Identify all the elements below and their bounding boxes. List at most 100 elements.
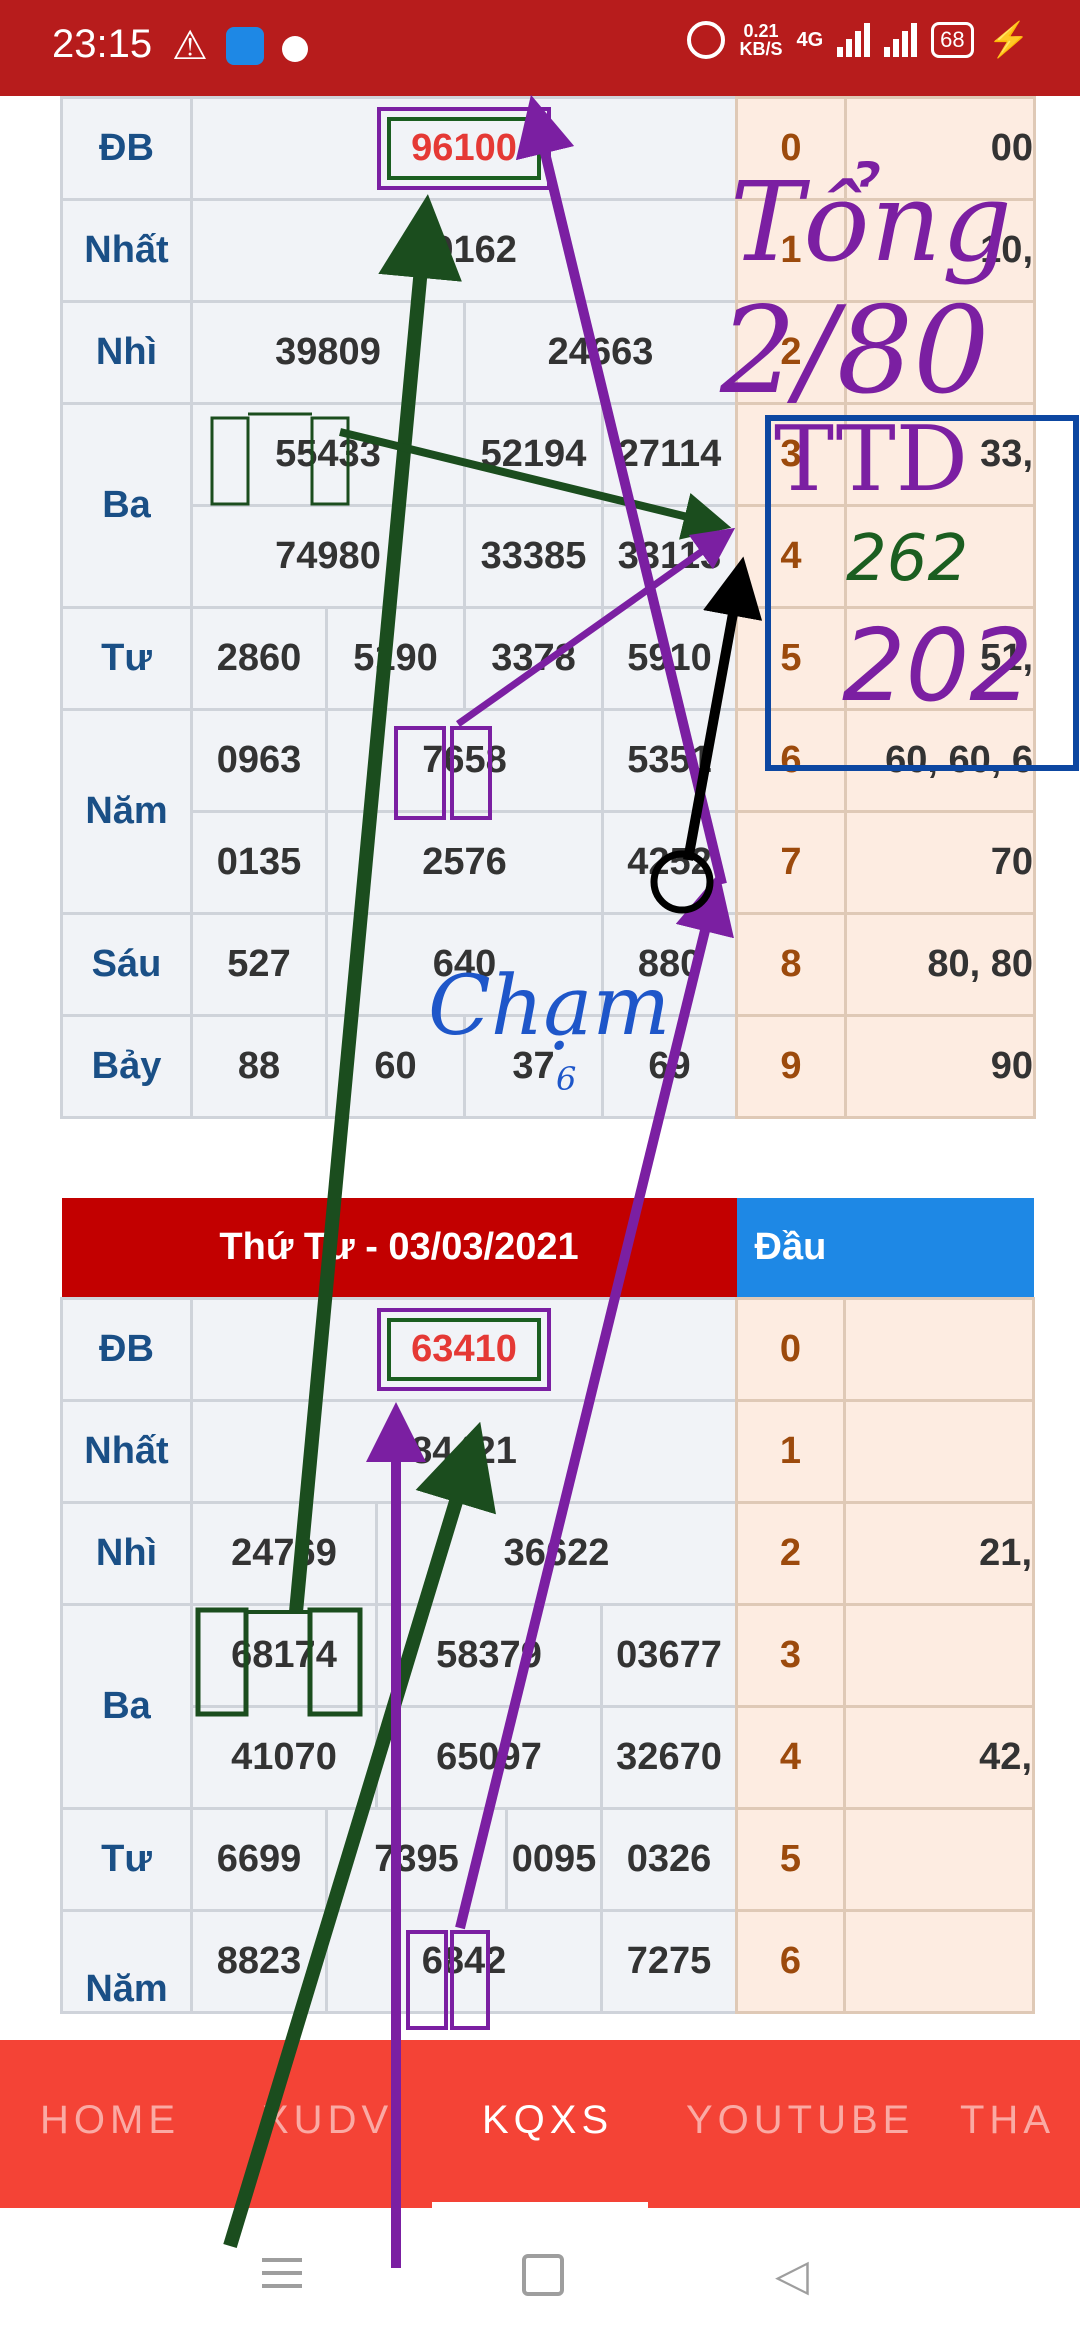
prize-value: 880 — [600, 912, 739, 1017]
prize-value: 7395 — [325, 1807, 508, 1912]
loto-tail — [842, 1297, 1036, 1402]
nav-more[interactable]: THA — [960, 2098, 1055, 2143]
prize-value: 24663 — [462, 300, 739, 405]
clock: 23:15 — [52, 22, 153, 66]
loto-tail: 33, — [844, 402, 1036, 507]
prize-value: 69 — [600, 1014, 739, 1119]
prize-value: 6842 — [325, 1909, 603, 2014]
bottom-nav: HOME XUDV KQXS YOUTUBE THA — [0, 2040, 1080, 2208]
prize-value: 0963 — [190, 708, 328, 813]
nav-home[interactable]: HOME — [40, 2098, 180, 2143]
back-icon[interactable]: ◁ — [775, 2250, 809, 2301]
loto-tail — [844, 300, 1036, 405]
loto-tail: 42, — [842, 1705, 1036, 1810]
status-bar: 23:15 ⚠ 0.21 KB/S 4G 68 ⚡ — [0, 0, 1080, 96]
battery-icon: 68 — [931, 22, 974, 58]
loto-head: 1 — [735, 198, 847, 303]
loto-tail: 00 — [844, 96, 1036, 201]
loto-table-2: Đầu 0 1 2 21, 3 4 42, 5 6 — [735, 1198, 1036, 2014]
row-nam: Năm 0963 7658 5351 — [60, 708, 739, 915]
prize-value: 6699 — [190, 1807, 328, 1912]
loto-head: 6 — [735, 1909, 846, 2014]
loto-head: 9 — [735, 1014, 847, 1119]
prize-label: Nhì — [60, 1501, 193, 1606]
prize-value: 41070 — [190, 1705, 378, 1810]
loto-tail — [842, 1807, 1036, 1912]
loto-head: 6 — [735, 708, 847, 813]
prize-value: 36622 — [374, 1501, 739, 1606]
nav-xudv[interactable]: XUDV — [262, 2098, 393, 2143]
prize-value: 39809 — [190, 300, 466, 405]
prize-value: 7658 — [325, 708, 604, 813]
prize-value: 640 — [325, 912, 604, 1017]
prize-value: 33113 — [600, 504, 739, 609]
prize-value: 2576 — [325, 810, 604, 915]
row-tu: Tư 2860 5190 3378 5910 — [60, 606, 739, 711]
prize-label: Bảy — [60, 1014, 193, 1119]
prize-value: 88 — [190, 1014, 328, 1119]
prize-value: 4252 — [600, 810, 739, 915]
row-nhat: Nhất 84421 — [60, 1399, 739, 1504]
row-tu: Tư 6699 7395 0095 0326 — [60, 1807, 739, 1912]
loto-tail: 21, — [842, 1501, 1036, 1606]
prize-value: 84421 — [189, 1399, 739, 1504]
loto-tail — [842, 1603, 1036, 1708]
loto-tail: 80, 80 — [844, 912, 1036, 1017]
nav-kqxs[interactable]: KQXS — [482, 2098, 613, 2143]
row-nhat: Nhất 19162 — [60, 198, 739, 303]
notification-icon — [281, 36, 308, 62]
loto-head: 2 — [735, 1501, 846, 1606]
nav-youtube[interactable]: YOUTUBE — [686, 2098, 914, 2143]
prize-value: 0135 — [190, 810, 328, 915]
row-bay: Bảy 88 60 37 69 — [60, 1014, 739, 1119]
alarm-icon — [687, 21, 726, 59]
prize-value: 5351 — [600, 708, 739, 813]
prize-value: 03677 — [599, 1603, 739, 1708]
prize-value: 0095 — [505, 1807, 603, 1912]
hotspot-icon — [225, 27, 264, 65]
prize-value: 58379 — [375, 1603, 603, 1708]
results-table-1: ĐB 96100 Nhất 19162 Nhì 39809 24663 Ba 5… — [60, 96, 739, 1119]
loto-head: 0 — [735, 96, 847, 201]
prize-value: 7275 — [599, 1909, 739, 2014]
draw-date-title: Thứ Tư - 03/03/2021 — [61, 1198, 737, 1299]
loto-head: 1 — [735, 1399, 846, 1504]
row-nam: Năm 8823 6842 7275 — [60, 1909, 739, 2014]
prize-value: 3378 — [463, 606, 604, 711]
home-icon[interactable] — [522, 2254, 564, 2296]
row-nhi: Nhì 39809 24663 — [60, 300, 739, 405]
recents-icon[interactable] — [262, 2258, 302, 2297]
network-type: 4G — [796, 28, 824, 51]
row-ba: Ba 55433 52194 27114 — [60, 402, 739, 609]
loto-head: 4 — [735, 504, 847, 609]
prize-value: 0326 — [599, 1807, 739, 1912]
row-db: ĐB 63410 — [60, 1297, 739, 1402]
loto-header: Đầu — [736, 1198, 845, 1299]
prize-value: 52194 — [463, 402, 604, 507]
prize-value: 5910 — [600, 606, 739, 711]
prize-label: Ba — [60, 1603, 193, 1810]
prize-label: ĐB — [60, 96, 193, 201]
prize-label: Tư — [60, 1807, 193, 1912]
loto-head: 5 — [735, 1807, 846, 1912]
loto-tail — [842, 1909, 1036, 2014]
prize-value: 37 — [463, 1014, 604, 1119]
prize-value: 24769 — [190, 1501, 378, 1606]
prize-value: 55433 — [190, 402, 466, 507]
loto-head: 3 — [735, 402, 847, 507]
loto-tail — [842, 1399, 1036, 1504]
prize-label: ĐB — [60, 1297, 193, 1402]
loto-tail: 51, — [844, 606, 1036, 711]
loto-head: 2 — [735, 300, 847, 405]
warning-icon: ⚠ — [172, 24, 208, 68]
prize-value: 74980 — [190, 504, 466, 609]
special-prize: 63410 — [189, 1297, 739, 1402]
loto-tail: 90 — [844, 1014, 1036, 1119]
prize-label: Ba — [60, 402, 193, 609]
prize-label: Nhất — [60, 1399, 193, 1504]
results-table-2: Thứ Tư - 03/03/2021 ĐB 63410 Nhất 84421 … — [60, 1198, 739, 2014]
prize-value: 68174 — [190, 1603, 378, 1708]
prize-value: 27114 — [600, 402, 739, 507]
prize-label: Nhì — [60, 300, 193, 405]
signal-icon-2 — [884, 23, 918, 57]
